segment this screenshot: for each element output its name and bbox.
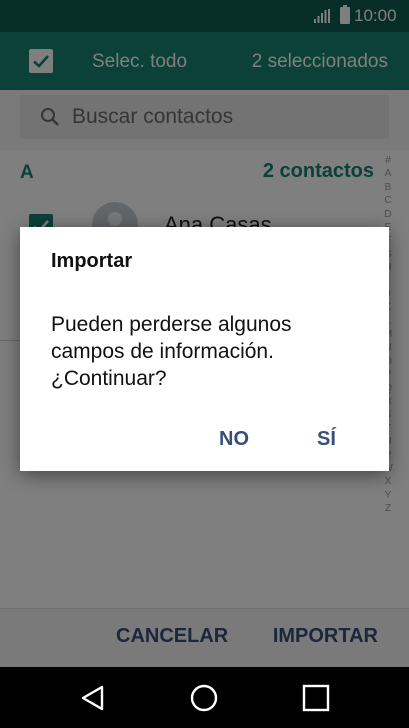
back-icon[interactable] bbox=[78, 683, 108, 713]
dialog-title: Importar bbox=[51, 250, 133, 272]
yes-button[interactable]: SÍ bbox=[317, 428, 336, 451]
import-dialog: Importar Pueden perderse algunos campos … bbox=[20, 227, 389, 471]
navigation-bar bbox=[0, 667, 409, 728]
no-button[interactable]: NO bbox=[219, 428, 249, 451]
dialog-message: Pueden perderse algunos campos de inform… bbox=[51, 313, 292, 390]
recents-icon[interactable] bbox=[301, 683, 331, 713]
home-icon[interactable] bbox=[189, 683, 219, 713]
